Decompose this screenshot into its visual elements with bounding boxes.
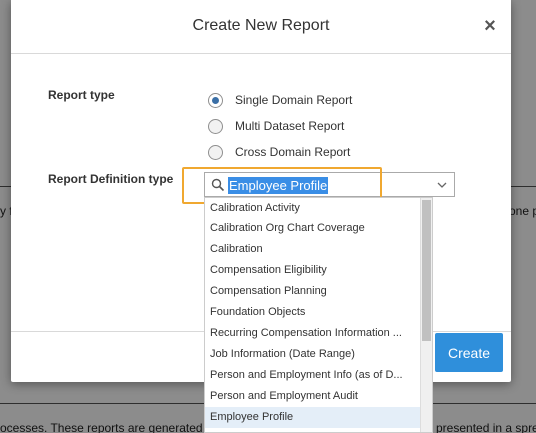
- list-item[interactable]: Person and Employment Info (as of D...: [205, 365, 421, 386]
- list-item[interactable]: Calibration: [205, 239, 421, 260]
- list-item-selected[interactable]: Employee Profile: [205, 407, 421, 428]
- radio-single-domain[interactable]: Single Domain Report: [208, 91, 352, 109]
- list-item[interactable]: Recurring Compensation Information ...: [205, 323, 421, 344]
- dropdown-scrollbar[interactable]: [420, 198, 432, 432]
- report-type-label: Report type: [48, 88, 115, 102]
- list-item[interactable]: Calibration Activity: [205, 198, 421, 215]
- scrollbar-thumb[interactable]: [422, 200, 431, 341]
- list-item[interactable]: Compensation Eligibility: [205, 260, 421, 281]
- chevron-down-icon[interactable]: [436, 179, 448, 191]
- report-definition-dropdown: Calibration Activity Calibration Org Cha…: [204, 197, 433, 433]
- dialog-header: Create New Report ×: [11, 0, 511, 54]
- radio-label: Multi Dataset Report: [235, 119, 345, 133]
- list-item[interactable]: Job Information (Date Range): [205, 344, 421, 365]
- radio-multi-dataset[interactable]: Multi Dataset Report: [208, 117, 344, 135]
- list-item[interactable]: Person and Employment Audit: [205, 386, 421, 407]
- radio-button[interactable]: [208, 118, 223, 134]
- close-button[interactable]: ×: [479, 15, 501, 37]
- radio-cross-domain[interactable]: Cross Domain Report: [208, 143, 350, 161]
- radio-label: Single Domain Report: [235, 93, 353, 107]
- close-icon: ×: [484, 15, 496, 37]
- list-item[interactable]: Calibration Org Chart Coverage: [205, 218, 421, 239]
- list-item[interactable]: Compensation Planning: [205, 281, 421, 302]
- dialog-title: Create New Report: [192, 17, 330, 34]
- report-definition-type-label: Report Definition type: [48, 172, 174, 186]
- radio-button[interactable]: [208, 92, 223, 108]
- radio-label: Cross Domain Report: [235, 145, 351, 159]
- radio-button[interactable]: [208, 144, 223, 160]
- list-item[interactable]: Foundation Objects: [205, 302, 421, 323]
- create-button[interactable]: Create: [435, 333, 503, 372]
